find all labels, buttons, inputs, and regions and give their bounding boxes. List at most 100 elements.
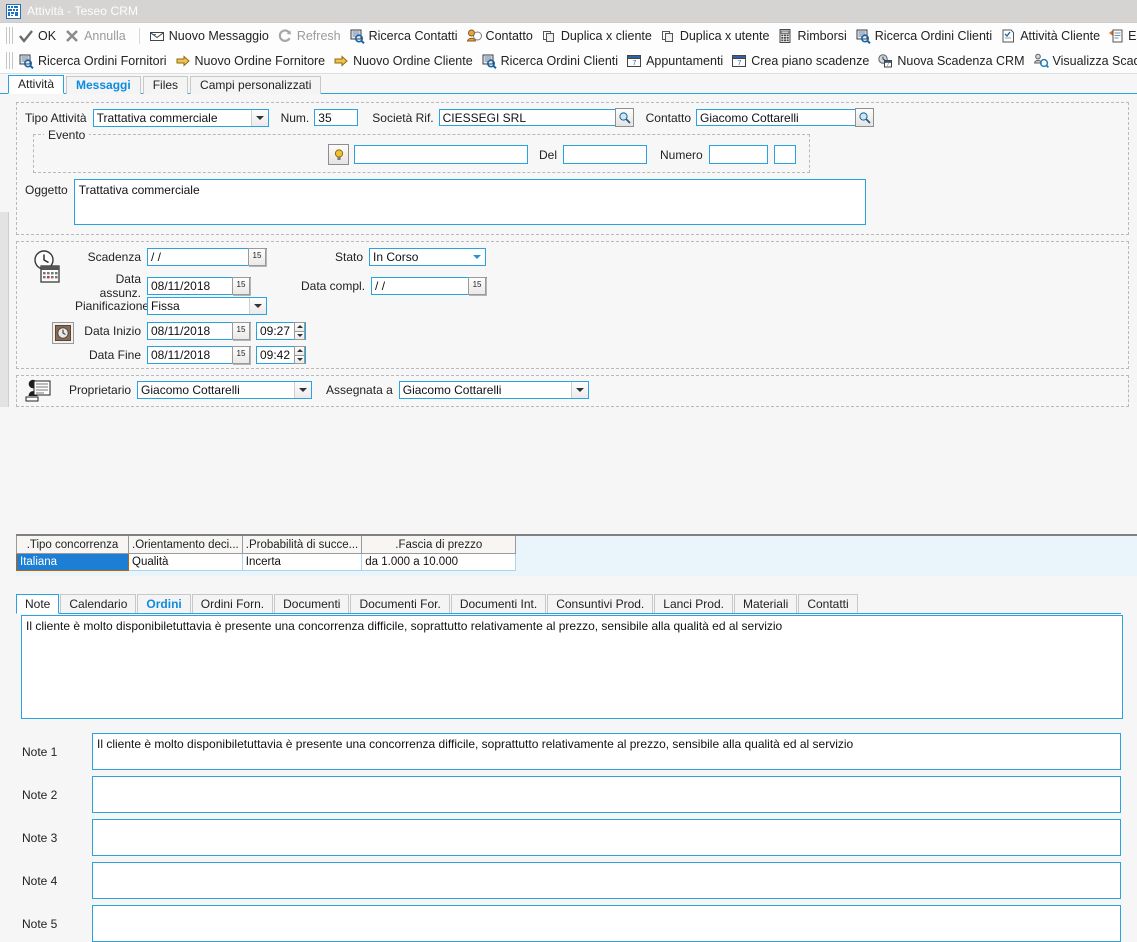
note-main-textarea[interactable] <box>21 615 1123 719</box>
bottom-tab-lanci-prod[interactable]: Lanci Prod. <box>654 594 733 613</box>
bottom-tab-ordini[interactable]: Ordini <box>137 594 190 613</box>
bottom-tab-documenti-int[interactable]: Documenti Int. <box>451 594 546 613</box>
ora-fine-spinner[interactable] <box>294 346 305 364</box>
bottom-tab-documenti-for[interactable]: Documenti For. <box>350 594 449 613</box>
x-icon <box>64 28 80 44</box>
ora-fine-field[interactable]: 09:42 <box>256 346 306 364</box>
bottom-tab-calendario[interactable]: Calendario <box>60 594 136 613</box>
tab-attivita[interactable]: Attività <box>8 75 64 94</box>
toolbar-nuovo-messaggio-button[interactable]: Nuovo Messaggio <box>147 25 275 46</box>
toolbar-nuovo-ordine-fornitore-button[interactable]: Nuovo Ordine Fornitore <box>173 50 332 71</box>
proprietario-combo[interactable]: Giacomo Cottarelli <box>137 381 312 399</box>
chevron-down-icon[interactable] <box>249 298 266 314</box>
societa-rif-field[interactable] <box>439 108 634 127</box>
chevron-down-icon[interactable] <box>294 382 311 398</box>
calendar-picker-icon[interactable]: 15 <box>248 248 266 266</box>
bottom-tab-note[interactable]: Note <box>16 594 59 614</box>
tab-files[interactable]: Files <box>143 76 188 94</box>
note-1-textarea[interactable] <box>92 733 1121 770</box>
note-2-textarea[interactable] <box>92 776 1121 813</box>
toolbar-nuova-scadenza-crm-button[interactable]: 7 Nuova Scadenza CRM <box>875 50 1030 71</box>
tab-messaggi[interactable]: Messaggi <box>66 76 141 94</box>
assegnata-a-combo[interactable]: Giacomo Cottarelli <box>399 381 589 399</box>
data-inizio-datefield[interactable]: 08/11/2018 15 <box>147 322 251 340</box>
toolbar-attivita-cliente-button[interactable]: Attività Cliente <box>998 25 1106 46</box>
contatto-input[interactable] <box>696 109 856 126</box>
toolbar-annulla-button[interactable]: Annulla <box>62 25 132 46</box>
societa-rif-input[interactable] <box>439 109 616 126</box>
stato-combo[interactable]: In Corso <box>369 248 486 266</box>
chevron-down-icon[interactable] <box>469 249 485 265</box>
bottom-tab-consuntivi-prod[interactable]: Consuntivi Prod. <box>547 594 653 613</box>
toolbar-ricerca-ordini-fornitori-button[interactable]: Ricerca Ordini Fornitori <box>16 50 173 71</box>
bottom-tab-contatti[interactable]: Contatti <box>798 594 857 613</box>
bottom-tab-ordini-forn[interactable]: Ordini Forn. <box>192 594 273 613</box>
grid-cell-fascia-prezzo[interactable]: da 1.000 a 10.000 <box>362 554 516 571</box>
note-4-textarea[interactable] <box>92 862 1121 899</box>
crm-attributes-grid[interactable]: .Tipo concorrenza .Orientamento deci... … <box>16 534 1137 576</box>
oggetto-textarea[interactable] <box>74 179 866 225</box>
toolbar-crea-piano-scadenze-button[interactable]: 7 Crea piano scadenze <box>729 50 875 71</box>
pianificazione-value: Fissa <box>148 298 249 314</box>
chevron-down-icon[interactable] <box>571 382 588 398</box>
grid-cell-probabilita[interactable]: Incerta <box>242 554 362 571</box>
calendar-picker-icon[interactable]: 15 <box>232 322 250 340</box>
table-row[interactable]: Italiana Qualità Incerta da 1.000 a 10.0… <box>17 554 516 571</box>
toolbar-ok-label: OK <box>38 29 56 43</box>
spinner-down-icon[interactable] <box>294 331 305 341</box>
note-3-textarea[interactable] <box>92 819 1121 856</box>
spinner-down-icon[interactable] <box>294 355 305 365</box>
grid-cell-tipo-concorrenza[interactable]: Italiana <box>17 554 129 571</box>
toolbar-ok-button[interactable]: OK <box>16 25 62 46</box>
tab-campi-personalizzati[interactable]: Campi personalizzati <box>190 76 321 94</box>
application-window: Attività - Teseo CRM OK Annulla <box>0 0 1137 851</box>
toolbar-duplica-utente-button[interactable]: Duplica x utente <box>658 25 776 46</box>
spinner-up-icon[interactable] <box>294 322 305 331</box>
pianificazione-combo[interactable]: Fissa <box>147 297 267 315</box>
evento-del-input[interactable] <box>563 145 647 164</box>
toolbar-contatto-button[interactable]: Contatto <box>464 25 539 46</box>
evento-lightbulb-icon[interactable] <box>328 144 349 165</box>
grid-col-fascia-prezzo[interactable]: .Fascia di prezzo <box>362 536 516 554</box>
evento-numero-2-input[interactable] <box>774 145 796 164</box>
evento-numero-input[interactable] <box>709 145 768 164</box>
note-5-textarea[interactable] <box>92 905 1121 942</box>
contatto-lookup-icon[interactable] <box>855 108 874 127</box>
toolbar-grip-2[interactable] <box>6 52 13 69</box>
bottom-tab-materiali[interactable]: Materiali <box>734 594 797 613</box>
grid-cell-orientamento[interactable]: Qualità <box>129 554 243 571</box>
toolbar-ricerca-ordini-clienti-button[interactable]: Ricerca Ordini Clienti <box>853 25 998 46</box>
grid-col-orientamento[interactable]: .Orientamento deci... <box>129 536 243 554</box>
data-compl-datefield[interactable]: / / 15 <box>371 277 487 295</box>
data-fine-datefield[interactable]: 08/11/2018 15 <box>147 346 251 364</box>
grid-col-tipo-concorrenza[interactable]: .Tipo concorrenza <box>17 536 129 554</box>
ora-inizio-spinner[interactable] <box>294 322 305 340</box>
toolbar-ricerca-ordini-clienti-button-2[interactable]: Ricerca Ordini Clienti <box>479 50 624 71</box>
tipo-attivita-combo[interactable]: Trattativa commerciale <box>93 109 269 127</box>
toolbar-grip[interactable] <box>6 27 13 44</box>
toolbar-estratto-conto-button[interactable]: Estratto Co <box>1106 25 1137 46</box>
note-2-row: Note 2 <box>8 776 1121 813</box>
toolbar-duplica-cliente-button[interactable]: Duplica x cliente <box>539 25 658 46</box>
societa-rif-lookup-icon[interactable] <box>615 108 634 127</box>
contatto-field[interactable] <box>696 108 874 127</box>
toolbar-ricerca-contatti-button[interactable]: Ricerca Contatti <box>347 25 464 46</box>
num-input[interactable] <box>314 109 358 126</box>
ora-inizio-field[interactable]: 09:27 <box>256 322 306 340</box>
toolbar-appuntamenti-button[interactable]: 7 Appuntamenti <box>624 50 729 71</box>
calendar-picker-icon[interactable]: 15 <box>468 277 486 295</box>
spinner-up-icon[interactable] <box>294 346 305 355</box>
evento-input[interactable] <box>354 145 528 164</box>
toolbar-nuovo-ordine-cliente-button[interactable]: Nuovo Ordine Cliente <box>331 50 479 71</box>
calendar-picker-icon[interactable]: 15 <box>232 277 250 295</box>
toolbar-visualizza-scadenze-crm-button[interactable]: Visualizza Scadenze CRM <box>1031 50 1137 71</box>
toolbar-refresh-button[interactable]: Refresh <box>275 25 347 46</box>
toolbar-rimborsi-button[interactable]: Rimborsi <box>775 25 852 46</box>
bottom-tab-documenti[interactable]: Documenti <box>274 594 349 613</box>
data-assunz-datefield[interactable]: 08/11/2018 15 <box>147 277 251 295</box>
grid-col-probabilita[interactable]: .Probabilità di succe... <box>242 536 362 554</box>
chevron-down-icon[interactable] <box>251 110 268 126</box>
calendar-picker-icon[interactable]: 15 <box>232 346 250 364</box>
scadenza-datefield[interactable]: / / 15 <box>147 248 267 266</box>
toolbar-ricerca-ordini-clienti-label-2: Ricerca Ordini Clienti <box>501 54 618 68</box>
